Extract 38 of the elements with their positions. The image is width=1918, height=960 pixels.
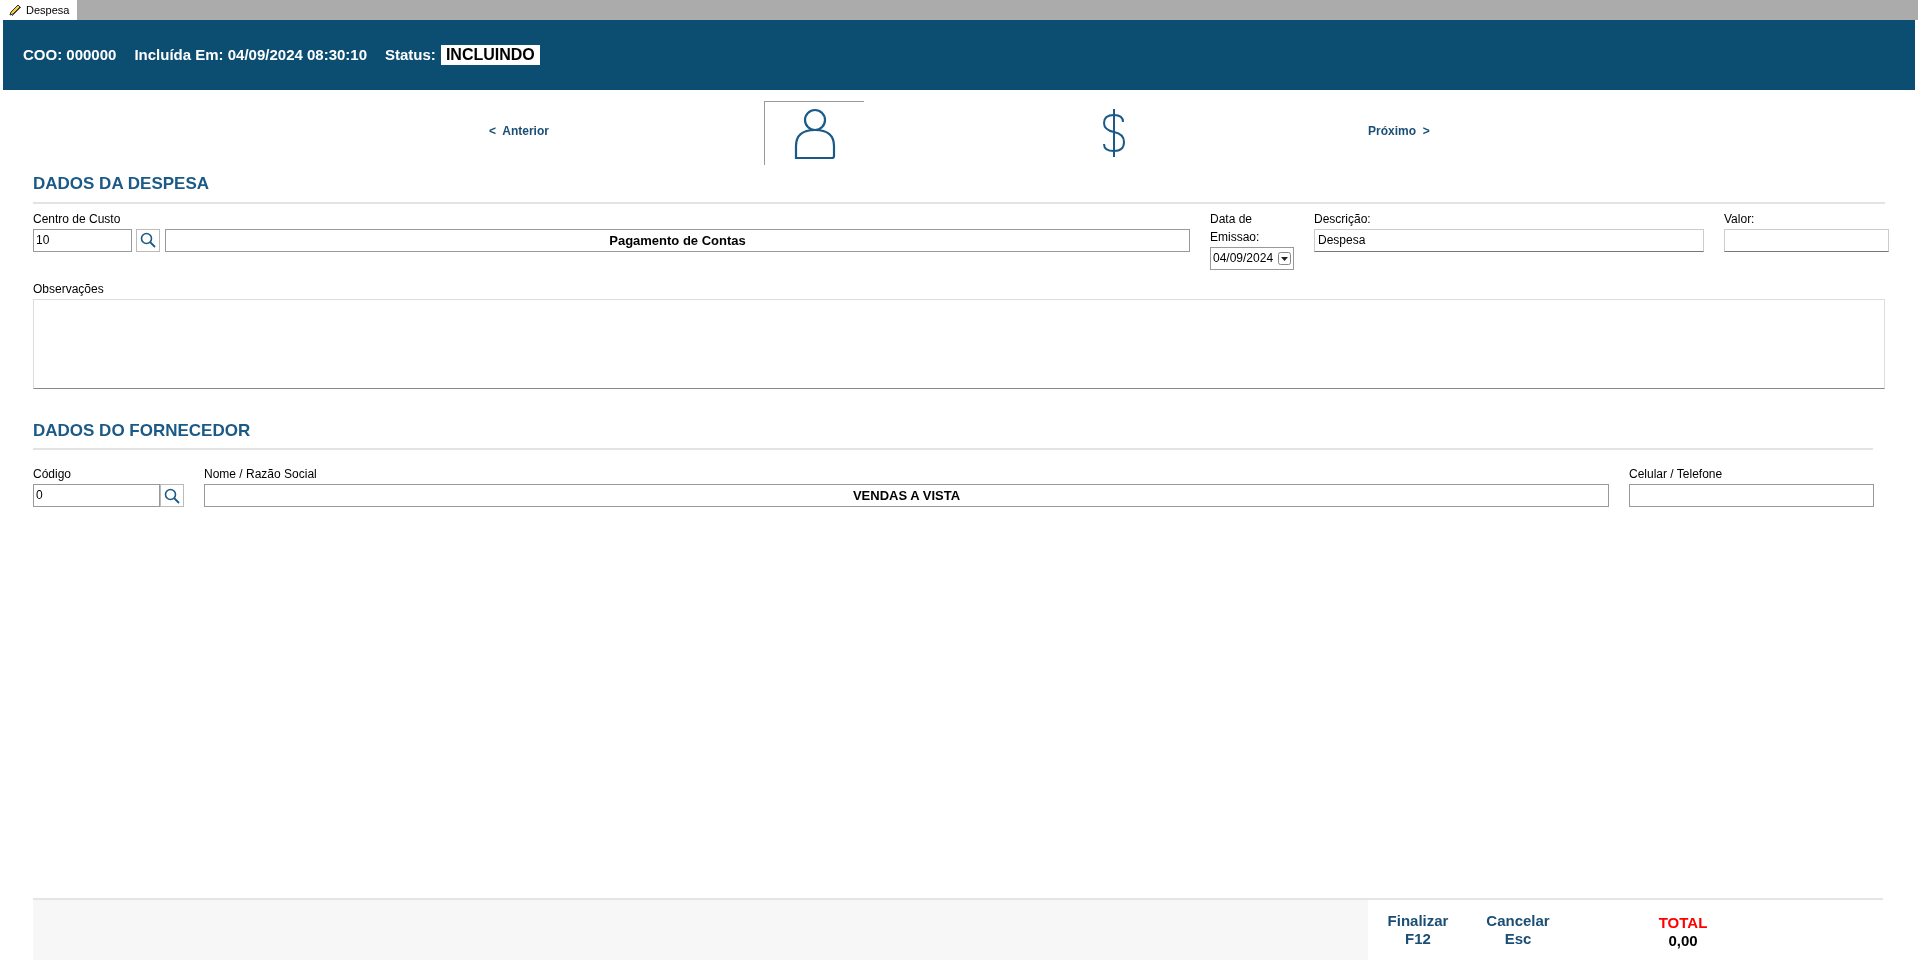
search-button[interactable] xyxy=(160,484,184,507)
dollar-icon xyxy=(1101,108,1127,158)
field-label: Nome / Razão Social xyxy=(204,466,318,483)
step-tab[interactable] xyxy=(764,101,864,165)
field-label: Observações xyxy=(33,280,105,298)
dropdown-caret-icon xyxy=(1278,251,1291,265)
search-icon xyxy=(164,487,180,504)
status-label: Status: xyxy=(385,44,436,65)
date-picker[interactable]: 04/09/2024 xyxy=(1210,246,1294,270)
supplier-name-field[interactable]: VENDAS A VISTA xyxy=(204,484,1609,507)
notes-field[interactable] xyxy=(33,298,1885,389)
field-label: Centro de Custo xyxy=(33,210,122,228)
finish-button[interactable]: Finalizar F12 xyxy=(1368,900,1468,960)
field-label: Código xyxy=(33,466,73,483)
next-link[interactable]: Próximo > xyxy=(1368,122,1430,140)
previous-link[interactable]: < Anterior xyxy=(489,122,549,140)
coo-text: COO: 000000 xyxy=(23,44,117,65)
search-icon xyxy=(140,232,156,248)
field-label: Descrição: xyxy=(1314,210,1372,228)
status-value: INCLUINDO xyxy=(440,45,540,65)
cost-center-code-field[interactable]: 10 xyxy=(33,228,132,252)
document-tab[interactable]: Despesa xyxy=(0,0,78,20)
field-label: Data de Emissao: xyxy=(1210,210,1261,246)
description-field[interactable]: Despesa xyxy=(1314,228,1704,252)
field-label: Celular / Telefone xyxy=(1629,466,1724,483)
section-title: DADOS DO FORNECEDOR xyxy=(33,419,252,442)
supplier-code-field[interactable]: 0 xyxy=(33,484,160,507)
total-value: 0,00 xyxy=(1668,932,1698,950)
value-field[interactable] xyxy=(1724,228,1889,252)
phone-field[interactable] xyxy=(1629,484,1874,507)
included-text: Incluída Em: 04/09/2024 08:30:10 xyxy=(134,44,368,65)
section-title: DADOS DA DESPESA xyxy=(33,173,210,195)
cancel-button[interactable]: Cancelar Esc xyxy=(1468,900,1568,960)
pencil-icon xyxy=(8,3,22,17)
search-button[interactable] xyxy=(136,228,160,252)
field-label: Valor: xyxy=(1724,210,1756,228)
cost-center-name-field[interactable]: Pagamento de Contas xyxy=(165,228,1190,252)
total-label: TOTAL xyxy=(1658,914,1708,932)
